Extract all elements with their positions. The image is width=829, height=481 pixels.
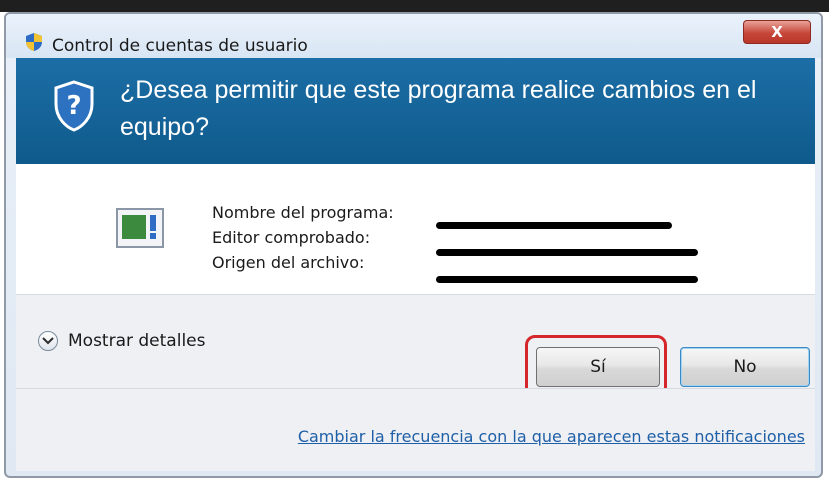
- svg-text:?: ?: [66, 91, 81, 121]
- footer: Cambiar la frecuencia con la que aparece…: [16, 388, 815, 471]
- title-bar: Control de cuentas de usuario X: [6, 14, 821, 58]
- prompt-question: ¿Desea permitir que este programa realic…: [120, 76, 757, 141]
- question-shield-icon: ?: [52, 80, 96, 132]
- yes-button[interactable]: Sí: [536, 347, 660, 387]
- window-title: Control de cuentas de usuario: [52, 36, 308, 56]
- change-notification-frequency-link[interactable]: Cambiar la frecuencia con la que aparece…: [298, 427, 805, 446]
- program-info: Nombre del programa: Editor comprobado: …: [16, 164, 815, 294]
- program-name-label: Nombre del programa:: [212, 203, 394, 222]
- action-bar: Mostrar detalles Sí No: [16, 294, 815, 401]
- program-labels: Nombre del programa: Editor comprobado: …: [212, 200, 394, 275]
- redacted-publisher: [436, 249, 698, 256]
- no-button[interactable]: No: [680, 347, 810, 387]
- close-button[interactable]: X: [743, 20, 811, 44]
- file-origin-label: Origen del archivo:: [212, 253, 365, 272]
- show-details-label: Mostrar detalles: [68, 331, 206, 351]
- show-details-button[interactable]: Mostrar detalles: [38, 331, 206, 351]
- redacted-file-origin: [436, 276, 698, 283]
- program-icon: [116, 208, 164, 248]
- redacted-program-name: [436, 222, 672, 229]
- prompt-header: ? ¿Desea permitir que este programa real…: [16, 58, 815, 164]
- uac-dialog: Control de cuentas de usuario X ? ¿Desea…: [4, 12, 823, 478]
- uac-shield-icon: [24, 32, 44, 52]
- publisher-label: Editor comprobado:: [212, 228, 371, 247]
- screen-top-edge: [0, 0, 829, 12]
- chevron-down-icon: [38, 331, 58, 351]
